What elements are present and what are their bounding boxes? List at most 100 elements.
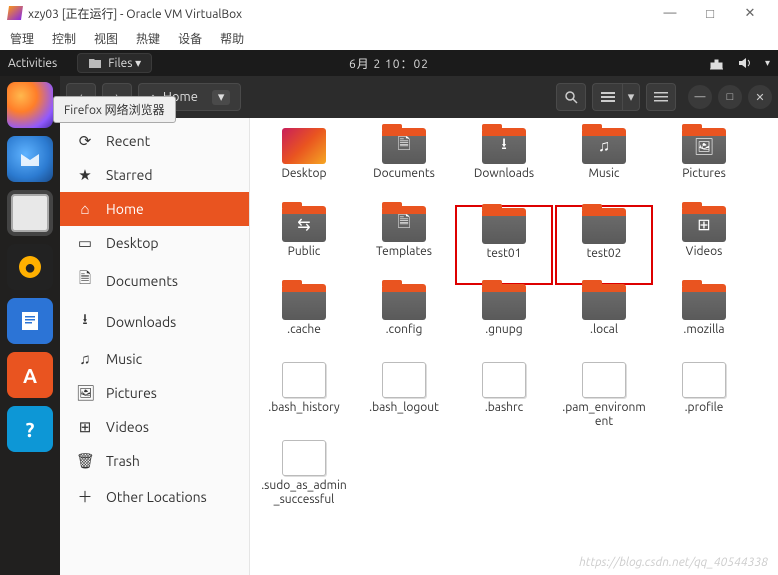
grid-item[interactable]: .mozilla xyxy=(656,284,752,362)
vb-menu-help[interactable]: 帮助 xyxy=(220,30,244,47)
sidebar-icon: ⭳ xyxy=(76,309,94,334)
watermark: https://blog.csdn.net/qq_40544338 xyxy=(579,556,768,569)
grid-item[interactable]: .bash_history xyxy=(256,362,352,440)
grid-item-label: test02 xyxy=(587,247,622,261)
folder-icon: ⇆ xyxy=(282,206,326,242)
grid-item[interactable]: .cache xyxy=(256,284,352,362)
window-maximize-button[interactable]: □ xyxy=(718,85,742,109)
sidebar-item-music[interactable]: ♫Music xyxy=(60,342,249,376)
grid-item[interactable]: .gnupg xyxy=(456,284,552,362)
power-menu-icon[interactable]: ▾ xyxy=(765,57,770,69)
sidebar-item-label: Starred xyxy=(106,167,153,183)
search-button[interactable] xyxy=(556,83,586,111)
sidebar-item-pictures[interactable]: 🖼Pictures xyxy=(60,376,249,410)
vb-close-button[interactable]: ✕ xyxy=(730,6,770,21)
grid-item[interactable]: Desktop xyxy=(256,128,352,206)
sidebar-item-label: Downloads xyxy=(106,314,176,330)
grid-item[interactable]: .config xyxy=(356,284,452,362)
grid-item-label: .mozilla xyxy=(683,323,724,337)
sidebar-item-recent[interactable]: ⟳Recent xyxy=(60,124,249,158)
sidebar-item-label: Home xyxy=(106,201,144,217)
view-dropdown-button[interactable]: ▾ xyxy=(622,83,640,111)
grid-item-label: test01 xyxy=(487,247,522,261)
sidebar-icon: ⌂ xyxy=(76,200,94,218)
nautilus-window: ‹ › ⌂ Home ▾ ▾ — □ ✕ xyxy=(60,76,778,575)
grid-item-label: Music xyxy=(589,167,620,181)
sidebar-item-label: Pictures xyxy=(106,385,157,401)
grid-item[interactable]: .sudo_as_admin_successful xyxy=(256,440,352,518)
file-icon xyxy=(282,440,326,476)
grid-item-label: Templates xyxy=(376,245,432,259)
ubuntu-dock: Firefox 网络浏览器 ● A ? xyxy=(0,76,60,575)
grid-item[interactable]: ⭳Downloads xyxy=(456,128,552,206)
file-icon xyxy=(582,362,626,398)
sidebar-item-home[interactable]: ⌂ Home xyxy=(60,192,249,226)
grid-item[interactable]: ⇆ Public xyxy=(256,206,352,284)
grid-item-label: .profile xyxy=(685,401,724,415)
dock-help[interactable]: ? xyxy=(7,406,53,452)
grid-item[interactable]: 🖼Pictures xyxy=(656,128,752,206)
grid-item[interactable]: .profile xyxy=(656,362,752,440)
folder-icon xyxy=(582,208,626,244)
sidebar-icon: ▭ xyxy=(76,234,94,252)
grid-item-label: .sudo_as_admin_successful xyxy=(260,479,348,507)
window-minimize-button[interactable]: — xyxy=(688,85,712,109)
vb-menu-control[interactable]: 控制 xyxy=(52,30,76,47)
sidebar-item-other-locations[interactable]: ＋Other Locations xyxy=(60,478,249,515)
vb-menu-view[interactable]: 视图 xyxy=(94,30,118,47)
sidebar-item-videos[interactable]: ⊞Videos xyxy=(60,410,249,444)
grid-item[interactable]: ♫ Music xyxy=(556,128,652,206)
vb-maximize-button[interactable]: □ xyxy=(690,6,730,21)
vb-menu-hotkeys[interactable]: 热键 xyxy=(136,30,160,47)
dock-rhythmbox[interactable]: ● xyxy=(7,244,53,290)
activities-button[interactable]: Activities xyxy=(8,57,57,70)
vb-minimize-button[interactable]: — xyxy=(650,6,690,20)
menu-icon xyxy=(654,91,668,103)
folder-icon xyxy=(482,284,526,320)
dock-files[interactable] xyxy=(7,190,53,236)
list-view-button[interactable] xyxy=(592,83,622,111)
vb-menu-manage[interactable]: 管理 xyxy=(10,30,34,47)
file-grid: Desktop🗎Documents⭳Downloads ♫ Music 🖼Pictur… xyxy=(250,118,778,575)
grid-item[interactable]: .bashrc xyxy=(456,362,552,440)
volume-icon[interactable] xyxy=(737,56,753,70)
grid-item[interactable]: 🗎Documents xyxy=(356,128,452,206)
window-close-button[interactable]: ✕ xyxy=(748,85,772,109)
sidebar-item-desktop[interactable]: ▭ Desktop xyxy=(60,226,249,260)
sidebar-item-trash[interactable]: 🗑Trash xyxy=(60,444,249,478)
file-icon xyxy=(482,362,526,398)
dock-ubuntu-software[interactable]: A xyxy=(7,352,53,398)
grid-item[interactable]: test01 xyxy=(456,206,552,284)
sidebar-item-label: Desktop xyxy=(106,235,159,251)
grid-item[interactable]: ⊞Videos xyxy=(656,206,752,284)
sidebar-item-documents[interactable]: 🗎Documents xyxy=(60,260,249,301)
folder-icon: ♫ xyxy=(582,128,626,164)
dock-thunderbird[interactable] xyxy=(7,136,53,182)
folder-icon: 🖼 xyxy=(682,128,726,164)
folder-icon: ⭳ xyxy=(482,128,526,164)
hamburger-menu-button[interactable] xyxy=(646,83,676,111)
grid-item-label: Public xyxy=(288,245,321,259)
grid-item-label: Videos xyxy=(686,245,723,259)
dock-libreoffice-writer[interactable] xyxy=(7,298,53,344)
grid-item-label: .bash_logout xyxy=(369,401,439,415)
vb-menu-devices[interactable]: 设备 xyxy=(178,30,202,47)
clock[interactable]: 6月 2 10：02 xyxy=(349,55,429,72)
grid-item[interactable]: .bash_logout xyxy=(356,362,452,440)
network-icon[interactable] xyxy=(709,56,725,70)
firefox-tooltip: Firefox 网络浏览器 xyxy=(53,96,176,123)
file-icon xyxy=(282,362,326,398)
sidebar-item-label: Trash xyxy=(106,453,140,469)
dock-firefox[interactable]: Firefox 网络浏览器 xyxy=(7,82,53,128)
grid-item[interactable]: test02 xyxy=(556,206,652,284)
grid-item-label: .config xyxy=(386,323,423,337)
sidebar-item-label: Documents xyxy=(106,273,178,289)
grid-item[interactable]: 🗎Templates xyxy=(356,206,452,284)
appmenu-files[interactable]: Files ▾ xyxy=(77,53,152,73)
nautilus-sidebar: ⟳Recent ★ Starred ⌂ Home ▭ Desktop 🗎Documents ⭳ D… xyxy=(60,118,250,575)
grid-item[interactable]: .local xyxy=(556,284,652,362)
sidebar-item-downloads[interactable]: ⭳ Downloads xyxy=(60,301,249,342)
sidebar-item-starred[interactable]: ★ Starred xyxy=(60,158,249,192)
grid-item[interactable]: .pam_environment xyxy=(556,362,652,440)
sidebar-icon: ★ xyxy=(76,166,94,184)
